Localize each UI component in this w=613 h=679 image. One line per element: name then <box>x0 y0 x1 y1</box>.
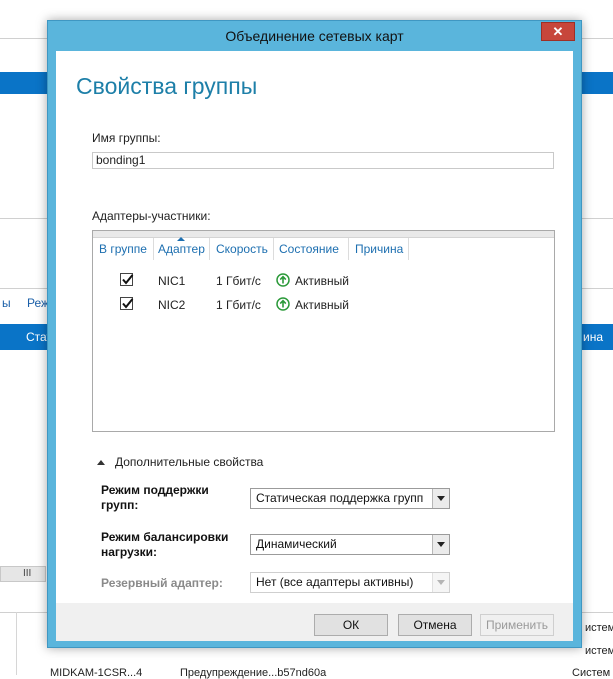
adapter-name: NIC1 <box>158 274 186 288</box>
adapter-name: NIC2 <box>158 298 186 312</box>
adapters-label: Адаптеры-участники: <box>92 209 211 223</box>
apply-button[interactable]: Применить <box>480 614 554 636</box>
adapters-list[interactable]: В группе Адаптер Скорость Состояние Прич… <box>92 230 555 432</box>
column-speed[interactable]: Скорость <box>216 242 268 256</box>
adapter-speed: 1 Гбит/с <box>216 298 261 312</box>
background-scrollbar[interactable]: III <box>0 566 46 582</box>
background-cell: истем <box>585 645 613 657</box>
nic-teaming-dialog: Объединение сетевых карт ✕ Свойства груп… <box>47 20 582 648</box>
background-cell: Предупреждение...b57nd60a <box>180 667 327 679</box>
column-separator <box>408 238 409 260</box>
button-bar: ОК Отмена Применить <box>56 603 573 641</box>
dialog-content: Свойства группы Имя группы: bonding1 Ада… <box>56 51 573 641</box>
close-button[interactable]: ✕ <box>541 22 575 41</box>
background-tab[interactable]: Реж <box>27 296 49 310</box>
column-separator <box>348 238 349 260</box>
teaming-mode-label: Режим поддержки групп: <box>101 483 209 512</box>
status-up-icon <box>276 273 290 287</box>
group-name-input[interactable]: bonding1 <box>92 152 554 169</box>
adapter-state: Активный <box>295 298 349 312</box>
background-column-header[interactable]: ина <box>583 330 603 344</box>
group-name-label: Имя группы: <box>92 131 161 145</box>
dropdown-arrow <box>432 573 449 592</box>
load-balancing-mode-value: Динамический <box>256 537 337 551</box>
sort-ascending-icon <box>177 237 185 241</box>
adapter-state: Активный <box>295 274 349 288</box>
column-separator <box>209 238 210 260</box>
checkmark-icon <box>122 298 134 309</box>
standby-adapter-label: Резервный адаптер: <box>101 576 223 590</box>
dialog-title: Объединение сетевых карт <box>225 28 404 44</box>
dropdown-arrow[interactable] <box>432 535 449 554</box>
load-balancing-mode-select[interactable]: Динамический <box>250 534 450 555</box>
background-cell: Систем <box>572 667 611 679</box>
background-cell: MIDKAM-1CSR...4 <box>50 667 143 679</box>
in-group-checkbox[interactable] <box>120 273 134 286</box>
load-balancing-mode-label: Режим балансировки нагрузки: <box>101 530 229 559</box>
chevron-down-icon <box>437 542 445 547</box>
in-group-checkbox[interactable] <box>120 297 134 310</box>
scroll-grip: III <box>23 568 32 579</box>
column-adapter[interactable]: Адаптер <box>158 242 205 256</box>
column-separator <box>273 238 274 260</box>
dropdown-arrow[interactable] <box>432 489 449 508</box>
background-cell: истем <box>585 622 613 634</box>
collapse-caret-icon[interactable] <box>97 460 105 465</box>
standby-adapter-value: Нет (все адаптеры активны) <box>256 575 414 589</box>
ok-button[interactable]: ОК <box>314 614 388 636</box>
background-tab[interactable]: ы <box>2 296 11 310</box>
column-separator <box>153 238 154 260</box>
column-state[interactable]: Состояние <box>279 242 339 256</box>
page-title: Свойства группы <box>76 73 258 99</box>
adapter-row-nic2[interactable]: NIC2 1 Гбит/с Активный <box>93 294 554 316</box>
checkmark-icon <box>122 274 134 285</box>
teaming-mode-value: Статическая поддержка групп <box>256 491 424 505</box>
column-reason[interactable]: Причина <box>355 242 403 256</box>
teaming-mode-select[interactable]: Статическая поддержка групп <box>250 488 450 509</box>
chevron-down-icon <box>437 496 445 501</box>
adapter-row-nic1[interactable]: NIC1 1 Гбит/с Активный <box>93 270 554 292</box>
advanced-properties-toggle[interactable]: Дополнительные свойства <box>115 455 263 469</box>
status-up-icon <box>276 297 290 311</box>
cancel-button[interactable]: Отмена <box>398 614 472 636</box>
background-divider <box>16 612 17 675</box>
adapter-speed: 1 Гбит/с <box>216 274 261 288</box>
column-in-group[interactable]: В группе <box>99 242 147 256</box>
title-bar[interactable]: Объединение сетевых карт ✕ <box>48 21 581 51</box>
standby-adapter-select[interactable]: Нет (все адаптеры активны) <box>250 572 450 593</box>
list-header-strip <box>93 231 554 238</box>
chevron-down-icon <box>437 580 445 585</box>
